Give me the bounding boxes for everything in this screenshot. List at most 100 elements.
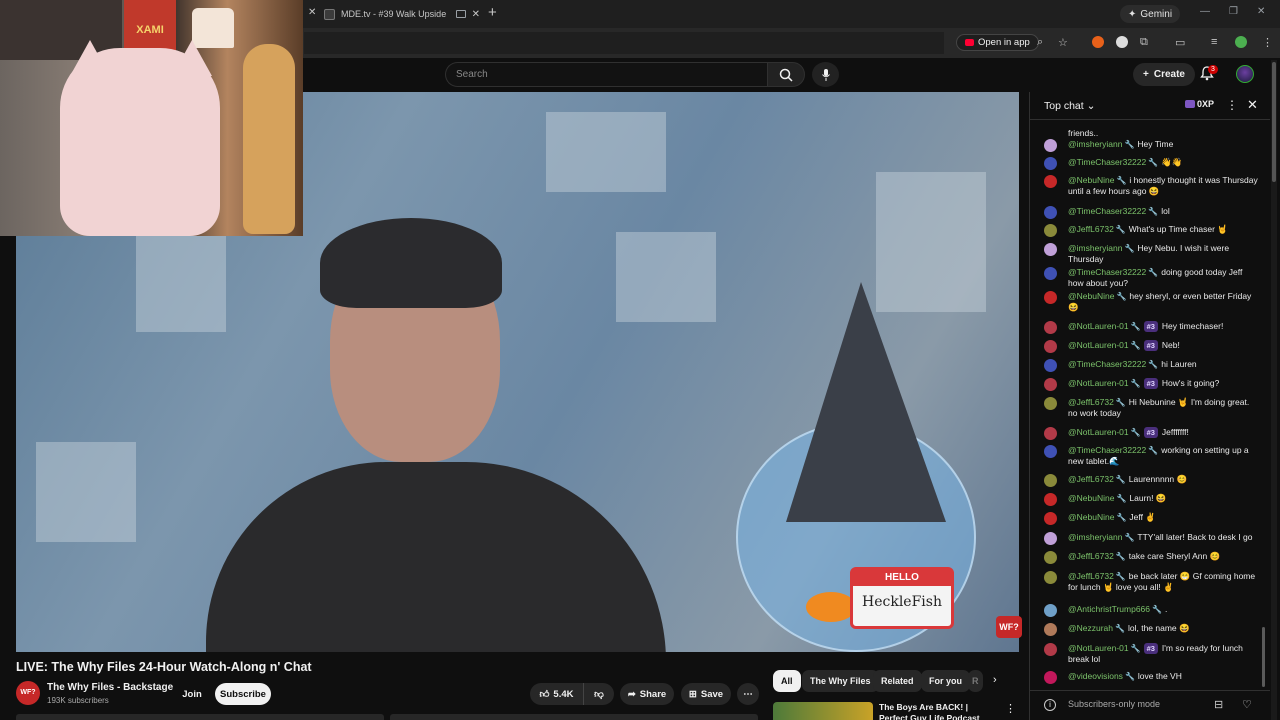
restore-icon[interactable]: ❐ bbox=[1229, 6, 1238, 17]
chat-author-avatar[interactable] bbox=[1044, 267, 1057, 280]
browser-tab[interactable]: MDE.tv - #39 Walk Upside ✕ bbox=[324, 4, 480, 24]
chat-author-avatar[interactable] bbox=[1044, 623, 1057, 636]
extension-icon[interactable] bbox=[1092, 36, 1104, 48]
chat-author-name[interactable]: @imsheryiann bbox=[1068, 139, 1122, 149]
search-input[interactable]: Search bbox=[445, 62, 767, 87]
voice-search-button[interactable] bbox=[812, 62, 839, 87]
chat-message[interactable]: @AntichristTrump666 🔧. bbox=[1044, 604, 1258, 617]
chat-scrollbar[interactable] bbox=[1262, 627, 1265, 687]
browser-menu-icon[interactable]: ⋮ bbox=[1262, 36, 1273, 49]
chat-author-avatar[interactable] bbox=[1044, 474, 1057, 487]
chat-author-name[interactable]: @NebuNine bbox=[1068, 175, 1114, 185]
chat-message[interactable]: @NebuNine 🔧 Laurn! 😆 bbox=[1044, 493, 1258, 506]
chat-message[interactable]: @NotLauren-01 🔧 #3 Neb! bbox=[1044, 340, 1258, 353]
chat-author-name[interactable]: @JeffL6732 bbox=[1068, 224, 1114, 234]
chat-message[interactable]: @NotLauren-01 🔧 #3 Jefffffff! bbox=[1044, 427, 1258, 440]
tab-media-icon[interactable] bbox=[455, 10, 466, 18]
chip-partial[interactable]: R bbox=[968, 670, 983, 692]
profile-avatar[interactable] bbox=[1235, 36, 1247, 48]
chat-author-avatar[interactable] bbox=[1044, 243, 1057, 256]
chat-author-avatar[interactable] bbox=[1044, 445, 1057, 458]
chat-message[interactable]: @imsheryiann 🔧 Hey Time bbox=[1044, 139, 1258, 152]
chat-author-avatar[interactable] bbox=[1044, 427, 1057, 440]
chat-author-name[interactable]: @JeffL6732 bbox=[1068, 571, 1114, 581]
info-icon[interactable]: i bbox=[1044, 699, 1056, 711]
chat-message[interactable]: @TimeChaser32222 🔧 doing good today Jeff h… bbox=[1044, 267, 1258, 289]
chat-author-avatar[interactable] bbox=[1044, 139, 1057, 152]
chat-message[interactable]: @JeffL6732 🔧 Laurennnnn 😊 bbox=[1044, 474, 1258, 487]
chat-author-name[interactable]: @Nezzurah bbox=[1068, 623, 1113, 633]
gemini-button[interactable]: ✦ Gemini bbox=[1120, 5, 1181, 23]
chat-author-name[interactable]: @TimeChaser32222 bbox=[1068, 445, 1146, 455]
chat-author-avatar[interactable] bbox=[1044, 206, 1057, 219]
dislike-button[interactable]: 👎︎ bbox=[583, 683, 614, 705]
chip-all[interactable]: All bbox=[773, 670, 801, 692]
chat-author-avatar[interactable] bbox=[1044, 512, 1057, 525]
chat-author-name[interactable]: @NebuNine bbox=[1068, 512, 1114, 522]
new-tab-button[interactable]: + bbox=[488, 4, 497, 21]
account-avatar[interactable] bbox=[1236, 65, 1254, 83]
chat-author-avatar[interactable] bbox=[1044, 397, 1057, 410]
join-button[interactable]: Join bbox=[176, 683, 208, 705]
open-in-app-button[interactable]: Open in app bbox=[956, 34, 1039, 51]
chat-author-name[interactable]: @videovisions bbox=[1068, 671, 1123, 681]
chat-author-avatar[interactable] bbox=[1044, 604, 1057, 617]
chat-message[interactable]: @TimeChaser32222 🔧 hi Lauren bbox=[1044, 359, 1258, 372]
chat-author-name[interactable]: @imsheryiann bbox=[1068, 243, 1122, 253]
chat-menu-icon[interactable]: ⋮ bbox=[1226, 98, 1238, 112]
chat-author-avatar[interactable] bbox=[1044, 157, 1057, 170]
channel-watermark[interactable]: WF? bbox=[996, 616, 1022, 638]
search-button[interactable] bbox=[767, 62, 805, 87]
chat-message[interactable]: @NotLauren-01 🔧 #3 Hey timechaser! bbox=[1044, 321, 1258, 334]
chat-message[interactable]: @NebuNine 🔧 hey sheryl, or even better Fri… bbox=[1044, 291, 1258, 313]
chat-author-name[interactable]: @NotLauren-01 bbox=[1068, 340, 1129, 350]
chat-author-name[interactable]: @NotLauren-01 bbox=[1068, 378, 1129, 388]
chat-message[interactable]: @TimeChaser32222 🔧 working on setting up a… bbox=[1044, 445, 1258, 467]
chat-message[interactable]: @Nezzurah 🔧 lol, the name 😆 bbox=[1044, 623, 1258, 636]
close-tab-icon[interactable]: ✕ bbox=[472, 9, 480, 20]
more-actions-button[interactable]: ⋯ bbox=[737, 683, 759, 705]
chat-message[interactable]: @TimeChaser32222 🔧 👋👋 bbox=[1044, 157, 1258, 170]
chat-author-avatar[interactable] bbox=[1044, 175, 1057, 188]
chat-message[interactable]: @JeffL6732 🔧 What's up Time chaser 🤘 bbox=[1044, 224, 1258, 237]
create-button[interactable]: + Create bbox=[1133, 63, 1195, 86]
chat-message[interactable]: @NotLauren-01 🔧 #3 I'm so ready for lunch b… bbox=[1044, 643, 1258, 665]
chat-message[interactable]: @TimeChaser32222 🔧 lol bbox=[1044, 206, 1258, 219]
chat-message[interactable]: @videovisions 🔧 love the VH bbox=[1044, 671, 1258, 684]
chat-message[interactable]: @JeffL6732 🔧 be back later 😁 Gf coming hom… bbox=[1044, 571, 1258, 593]
chat-author-avatar[interactable] bbox=[1044, 532, 1057, 545]
chip-related[interactable]: Related bbox=[873, 670, 922, 692]
bookmark-star-icon[interactable]: ☆ bbox=[1058, 36, 1068, 49]
channel-name[interactable]: The Why Files - Backstage bbox=[47, 682, 173, 693]
chat-message[interactable]: friends.. bbox=[1044, 128, 1258, 139]
close-chat-icon[interactable]: ✕ bbox=[1247, 97, 1258, 113]
chat-message[interactable]: @JeffL6732 🔧 take care Sheryl Ann 😊 bbox=[1044, 551, 1258, 564]
chat-author-name[interactable]: @AntichristTrump666 bbox=[1068, 604, 1150, 614]
chat-author-avatar[interactable] bbox=[1044, 643, 1057, 656]
chat-mode-dropdown[interactable]: Top chat ⌄ bbox=[1044, 100, 1095, 112]
chat-author-name[interactable]: @TimeChaser32222 bbox=[1068, 206, 1146, 216]
zoom-icon[interactable]: ⌕ bbox=[1037, 36, 1043, 49]
chat-author-avatar[interactable] bbox=[1044, 291, 1057, 304]
cast-icon[interactable]: ▭ bbox=[1175, 36, 1185, 49]
chat-author-name[interactable]: @imsheryiann bbox=[1068, 532, 1122, 542]
chat-author-name[interactable]: @NotLauren-01 bbox=[1068, 427, 1129, 437]
chat-author-avatar[interactable] bbox=[1044, 378, 1057, 391]
subscribe-button[interactable]: Subscribe bbox=[215, 683, 271, 705]
xp-indicator[interactable]: 0XP bbox=[1185, 99, 1214, 109]
extensions-puzzle-icon[interactable]: ⧉ bbox=[1140, 36, 1148, 49]
chat-author-avatar[interactable] bbox=[1044, 551, 1057, 564]
close-tab-icon[interactable]: ✕ bbox=[308, 7, 316, 18]
chat-message[interactable]: @JeffL6732 🔧 Hi Nebunine 🤘 I'm doing great… bbox=[1044, 397, 1258, 419]
chat-author-name[interactable]: @NebuNine bbox=[1068, 291, 1114, 301]
chat-author-name[interactable]: @JeffL6732 bbox=[1068, 397, 1114, 407]
chat-author-name[interactable]: @JeffL6732 bbox=[1068, 551, 1114, 561]
chat-author-avatar[interactable] bbox=[1044, 571, 1057, 584]
chat-author-avatar[interactable] bbox=[1044, 359, 1057, 372]
chat-author-avatar[interactable] bbox=[1044, 671, 1057, 684]
chat-message[interactable]: @imsheryiann 🔧 Hey Nebu. I wish it were Th… bbox=[1044, 243, 1258, 265]
chip-the-why-files[interactable]: The Why Files bbox=[802, 670, 879, 692]
chevron-right-icon[interactable]: › bbox=[993, 674, 997, 686]
chat-author-name[interactable]: @NotLauren-01 bbox=[1068, 643, 1129, 653]
recommendation-title[interactable]: The Boys Are BACK! | Perfect Guy Life Po… bbox=[879, 702, 991, 720]
